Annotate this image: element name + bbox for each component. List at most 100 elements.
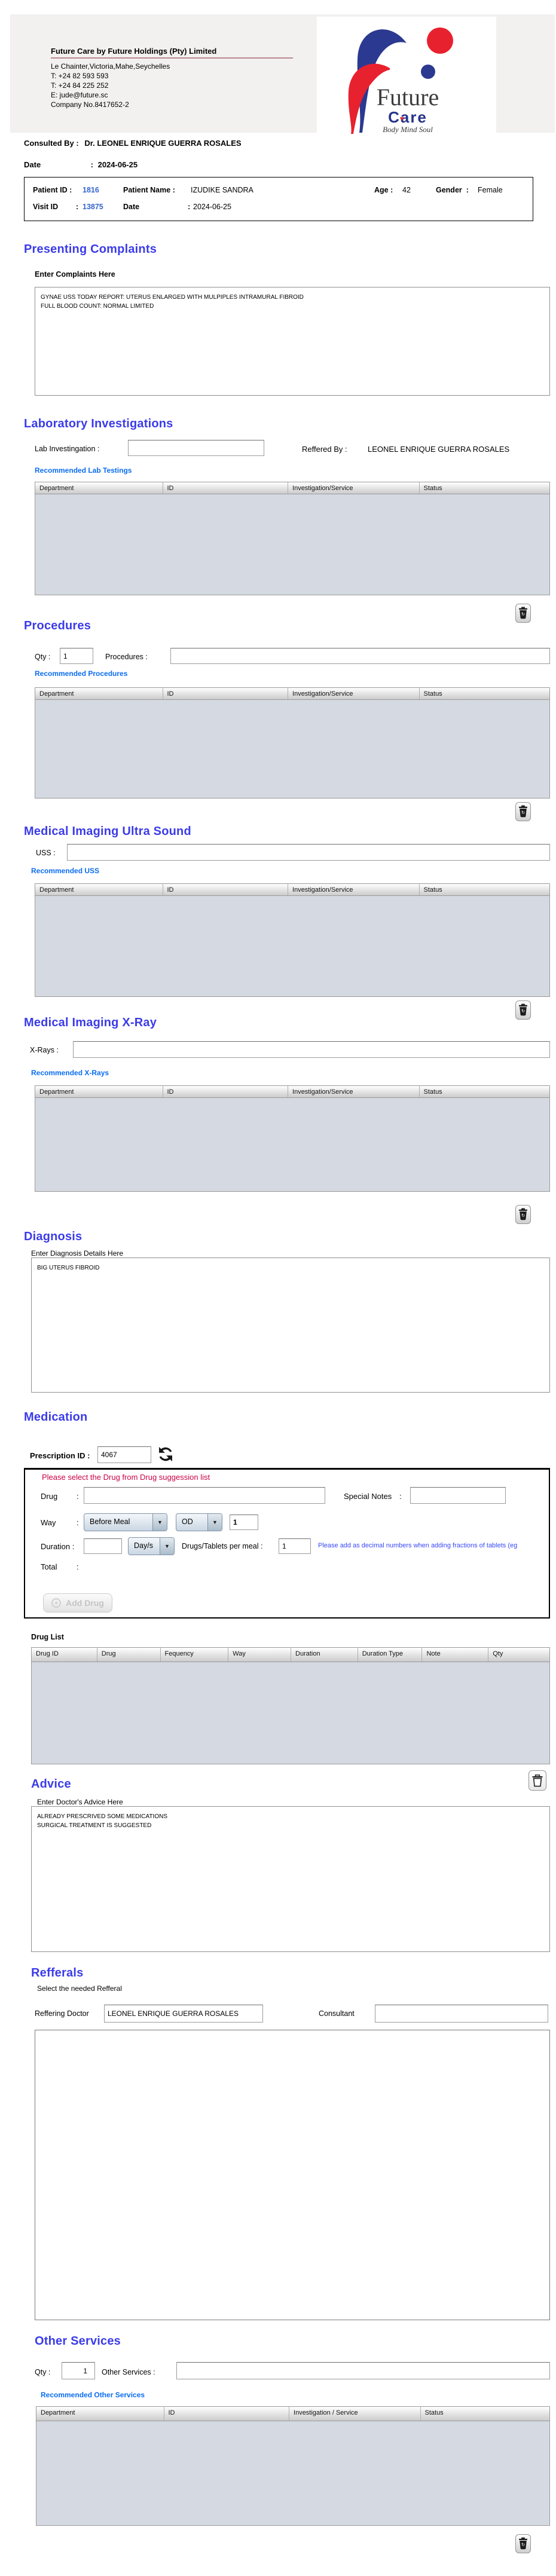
xray-delete-button[interactable] [515, 1205, 531, 1224]
plus-circle-icon: + [51, 1598, 61, 1608]
duration-unit-select[interactable]: Day/s ▼ [128, 1537, 175, 1555]
procedures-delete-button[interactable] [515, 802, 531, 821]
complaints-label: Enter Complaints Here [35, 270, 115, 279]
consulted-by-value: Dr. LEONEL ENRIQUE GUERRA ROSALES [84, 139, 241, 148]
uss-col-investigation: Investigation/Service [288, 884, 419, 895]
frequency-select[interactable]: OD ▼ [176, 1513, 222, 1531]
reffering-doctor-input[interactable] [104, 2005, 263, 2023]
section-title-procedures: Procedures [24, 619, 91, 633]
recommended-xrays-link[interactable]: Recommended X-Rays [31, 1069, 109, 1077]
special-notes-input[interactable] [410, 1487, 506, 1504]
trash-outline-icon [531, 1775, 543, 1787]
company-email: E: jude@future.sc [51, 91, 108, 99]
patient-gender-value: Female [478, 186, 503, 194]
xray-col-department: Department [35, 1086, 163, 1097]
other-services-delete-button[interactable] [515, 2534, 531, 2553]
other-services-input[interactable] [176, 2362, 550, 2379]
logo-heart-icon: ♥ [400, 115, 404, 123]
patient-age-value: 42 [402, 186, 411, 194]
frequency-value: OD [176, 1514, 207, 1531]
uss-col-department: Department [35, 884, 163, 895]
xray-table-header: Department ID Investigation/Service Stat… [35, 1086, 549, 1098]
way-label: Way [41, 1518, 56, 1527]
add-drug-button[interactable]: + Add Drug [43, 1593, 112, 1613]
other-services-label: Other Services : [102, 2368, 155, 2376]
advice-textarea[interactable]: ALREADY PRESCRIVED SOME MEDICATIONS SURG… [31, 1806, 550, 1952]
lab-investigation-input[interactable] [128, 440, 264, 456]
duration-label: Duration : [41, 1542, 74, 1551]
diagnosis-textarea[interactable]: BIG UTERUS FIBROID [31, 1258, 550, 1393]
complaints-textarea[interactable]: GYNAE USS TODAY REPORT: UTERUS ENLARGED … [35, 287, 550, 396]
chevron-down-icon: ▼ [160, 1538, 174, 1555]
drug-table-header: Drug ID Drug Fequency Way Duration Durat… [32, 1648, 549, 1662]
company-name-underline [51, 57, 293, 59]
uss-input[interactable] [67, 844, 550, 861]
patient-date-value: 2024-06-25 [193, 203, 231, 211]
trash-icon [517, 805, 529, 818]
xray-col-investigation: Investigation/Service [288, 1086, 419, 1097]
drug-col-way: Way [228, 1648, 291, 1662]
advice-label: Enter Doctor's Advice Here [37, 1798, 123, 1806]
company-address: Le Chainter,Victoria,Mahe,Seychelles [51, 62, 170, 71]
recommended-other-services-link[interactable]: Recommended Other Services [41, 2391, 145, 2399]
total-label: Total [41, 1562, 57, 1571]
consulted-by-row: Consulted By : Dr. LEONEL ENRIQUE GUERRA… [24, 139, 242, 148]
consultant-label: Consultant [319, 2009, 355, 2018]
section-title-medication: Medication [24, 1411, 87, 1424]
section-title-uss: Medical Imaging Ultra Sound [24, 825, 191, 839]
visit-id-label: Visit ID [33, 203, 58, 211]
lab-delete-button[interactable] [515, 604, 531, 623]
prescription-refresh-button[interactable] [157, 1445, 175, 1463]
prescription-id-input[interactable] [97, 1446, 151, 1463]
logo-blue-dot [421, 65, 435, 79]
other-col-id: ID [164, 2407, 290, 2421]
procedures-col-id: ID [163, 688, 289, 699]
xray-input[interactable] [73, 1041, 550, 1058]
advice-delete-button[interactable] [528, 1770, 546, 1791]
recommended-procedures-link[interactable]: Recommended Procedures [35, 669, 127, 678]
lab-col-department: Department [35, 482, 163, 494]
procedures-qty-input[interactable] [60, 648, 93, 664]
company-phone1: T: +24 82 593 593 [51, 72, 108, 80]
drug-col-note: Note [422, 1648, 488, 1662]
xray-col-id: ID [163, 1086, 289, 1097]
recommended-uss-link[interactable]: Recommended USS [31, 867, 99, 875]
consultant-input[interactable] [375, 2005, 548, 2023]
company-name: Future Care by Future Holdings (Pty) Lim… [51, 47, 216, 56]
procedures-input[interactable] [170, 648, 550, 664]
procedures-table: Department ID Investigation/Service Stat… [35, 687, 550, 799]
other-qty-input[interactable] [62, 2362, 95, 2379]
drug-input[interactable] [84, 1487, 325, 1504]
patient-name-label: Patient Name : [123, 186, 175, 194]
per-meal-input[interactable] [279, 1538, 311, 1554]
drug-list-table: Drug ID Drug Fequency Way Duration Durat… [31, 1647, 550, 1764]
refferals-list-box[interactable] [35, 2030, 550, 2320]
uss-delete-button[interactable] [515, 1001, 531, 1020]
section-title-advice: Advice [31, 1777, 71, 1791]
way-colon: : [77, 1518, 79, 1527]
referred-by-value: LEONEL ENRIQUE GUERRA ROSALES [368, 445, 509, 454]
recommended-lab-testings-link[interactable]: Recommended Lab Testings [35, 466, 132, 475]
lab-col-investigation: Investigation/Service [288, 482, 419, 494]
drug-col-duration-type: Duration Type [358, 1648, 423, 1662]
uss-col-status: Status [420, 884, 549, 895]
visit-id-colon: : [76, 203, 78, 211]
drug-col-qty: Qty [488, 1648, 549, 1662]
patient-id-value: 1816 [83, 186, 99, 194]
way-qty-input[interactable] [230, 1515, 258, 1530]
reffering-doctor-label: Reffering Doctor [35, 2009, 89, 2018]
patient-age-label: Age : [374, 186, 393, 194]
company-phone2: T: +24 84 225 252 [51, 81, 108, 90]
uss-label: USS : [36, 849, 56, 857]
other-qty-label: Qty : [35, 2368, 50, 2376]
total-colon: : [77, 1562, 79, 1571]
visit-id-value: 13875 [83, 203, 103, 211]
procedures-qty-label: Qty : [35, 653, 50, 661]
duration-input[interactable] [84, 1538, 122, 1554]
other-table-header: Department ID Investigation / Service St… [36, 2407, 549, 2421]
other-col-investigation: Investigation / Service [289, 2407, 420, 2421]
other-col-department: Department [36, 2407, 164, 2421]
meal-timing-select[interactable]: Before Meal ▼ [84, 1513, 167, 1531]
drug-suggestion-warning: Please select the Drug from Drug suggess… [42, 1473, 210, 1482]
trash-icon [517, 1208, 529, 1221]
